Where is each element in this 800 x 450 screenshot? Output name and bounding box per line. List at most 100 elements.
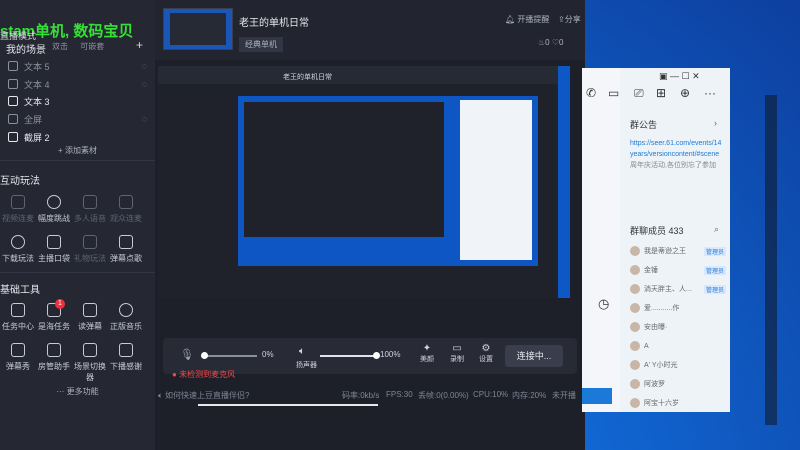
challenge-button[interactable]: 幅度跳战 xyxy=(36,195,72,224)
eye-hidden-icon[interactable]: ◌ xyxy=(142,114,147,124)
material-item[interactable]: 文本 5 ◌ xyxy=(8,58,147,74)
add-icon[interactable]: ⊕ xyxy=(680,86,690,100)
music-button[interactable]: 正版音乐 xyxy=(108,303,144,332)
settings-button[interactable]: ⚙ 设置 xyxy=(476,343,496,364)
beauty-button[interactable]: ✦ 美颜 xyxy=(417,343,437,364)
thanks-button[interactable]: 下播感谢 xyxy=(108,343,144,372)
bitrate: 码率:0kb/s xyxy=(342,391,380,400)
member-item[interactable]: A' Y小时光 xyxy=(630,358,726,372)
member-item[interactable]: 爱...........作 xyxy=(630,301,726,315)
pocket-button[interactable]: 主播口袋 xyxy=(36,235,72,264)
scene-header: 我的场景 xyxy=(6,45,46,56)
music-icon xyxy=(119,235,133,249)
text-material-icon xyxy=(8,79,18,89)
live-status: 未开播 xyxy=(552,391,576,400)
danmaku-show-button[interactable]: 弹幕秀 xyxy=(0,343,36,372)
divider xyxy=(0,272,155,273)
audience-link-button[interactable]: 观众连麦 xyxy=(108,195,144,224)
apps-icon[interactable]: ⊞ xyxy=(656,86,666,100)
scene-switcher-button[interactable]: 场景切换器 xyxy=(72,343,108,383)
dropped-frames: 丢帧:0(0.00%) xyxy=(418,391,469,400)
record-button[interactable]: ▭ 录制 xyxy=(447,343,467,364)
member-item[interactable]: 安由曝· xyxy=(630,320,726,334)
member-item[interactable]: 金锤 管理员 xyxy=(630,263,726,277)
clock-icon[interactable]: ◷ xyxy=(598,296,609,312)
bell-icon: 🔔︎ xyxy=(505,15,516,24)
more-icon[interactable]: ··· xyxy=(704,86,716,100)
mic-percent: 0% xyxy=(262,350,274,359)
main-area: 老王的单机日常 经典单机 🔔︎ 开播提醒 ⇪分享 ♨0 ♡0 老王的单机日常 🎙… xyxy=(155,0,585,450)
more-features-button[interactable]: ··· 更多功能 xyxy=(0,386,155,397)
camera-icon xyxy=(11,195,25,209)
avatar xyxy=(630,398,640,408)
member-item[interactable]: 阿波罗 xyxy=(630,377,726,391)
interactive-title: 互动玩法 xyxy=(0,176,40,187)
video-icon[interactable]: ▭ xyxy=(608,86,619,100)
window-controls[interactable]: ▣ — ☐ ✕ xyxy=(659,71,700,82)
material-item[interactable]: 截屏 2 xyxy=(8,129,147,145)
room-cover[interactable] xyxy=(163,8,233,50)
shield-icon xyxy=(47,195,61,209)
video-link-button[interactable]: 视频连麦 xyxy=(0,195,36,224)
member-item[interactable]: A xyxy=(630,339,726,353)
status-bar: 🔈︎ 如何快速上豆直播伴侣? 码率:0kb/s FPS:30 丢帧:0(0.00… xyxy=(155,382,585,406)
download-play-button[interactable]: 下载玩法 xyxy=(0,235,36,264)
gift-play-button[interactable]: 礼物玩法 xyxy=(72,235,108,264)
member-item[interactable]: 阿宝十六岁 xyxy=(630,396,726,410)
ad-task-button[interactable]: 1 是海任务 xyxy=(36,299,72,332)
live-notice-button[interactable]: 🔔︎ 开播提醒 xyxy=(505,14,549,25)
avatar xyxy=(630,284,640,294)
speaker-slider-handle[interactable] xyxy=(373,352,380,359)
material-item[interactable]: 全屏 ◌ xyxy=(8,111,147,127)
overlay-caption: stam单机, 数码宝贝 直播模式 xyxy=(0,10,160,41)
copy-icon xyxy=(83,343,97,357)
phone-icon[interactable]: ✆ xyxy=(586,86,596,100)
scene-tab-nest[interactable]: 可嵌套 xyxy=(80,42,104,51)
avatar xyxy=(630,265,640,275)
material-item[interactable]: 文本 4 ◌ xyxy=(8,76,147,92)
member-item[interactable]: 淌天胖主、人... 管理员 xyxy=(630,282,726,296)
heart-icon: ♡ xyxy=(551,38,560,47)
read-danmaku-button[interactable]: 读弹幕 xyxy=(72,303,108,332)
search-icon[interactable]: ⌕ xyxy=(714,224,719,235)
avatar xyxy=(630,246,640,256)
eye-hidden-icon[interactable]: ◌ xyxy=(142,79,147,89)
send-button[interactable] xyxy=(582,388,612,404)
nested-preview: 老王的单机日常 xyxy=(158,66,558,298)
voice-button[interactable]: 多人语音 xyxy=(72,195,108,224)
mic-slider-handle[interactable] xyxy=(201,352,208,359)
house-icon xyxy=(47,343,61,357)
share-button[interactable]: ⇪分享 xyxy=(558,14,581,25)
checklist-icon xyxy=(11,303,25,317)
member-item[interactable]: 我是蒂逊之王 管理员 xyxy=(630,244,726,258)
add-material-button[interactable]: + 添加素材 xyxy=(0,145,155,156)
admin-badge: 管理员 xyxy=(703,284,726,294)
mic-slider[interactable] xyxy=(201,355,257,357)
help-link[interactable]: 🔈︎ 如何快速上豆直播伴侣? xyxy=(158,390,250,401)
task-center-button[interactable]: 任务中心 xyxy=(0,303,36,332)
speaker-slider[interactable] xyxy=(320,355,375,357)
group-notice-title: 群公告 xyxy=(630,120,658,130)
avatar xyxy=(630,341,640,351)
add-scene-icon[interactable]: + xyxy=(136,38,143,52)
speaker-icon[interactable]: 🔈︎ xyxy=(299,346,305,357)
fps: FPS:30 xyxy=(386,390,413,399)
connect-button[interactable]: 连接中... xyxy=(505,345,563,367)
material-item[interactable]: 文本 3 xyxy=(8,93,147,109)
song-request-button[interactable]: 弹幕点歌 xyxy=(108,235,144,264)
notice-link[interactable]: https://seer.61.com/events/14years/versi… xyxy=(630,140,721,158)
room-title[interactable]: 老王的单机日常 xyxy=(239,14,309,29)
category-tag[interactable]: 经典单机 xyxy=(239,37,283,52)
scene-tab-double[interactable]: 双击 xyxy=(52,42,68,51)
chevron-right-icon[interactable]: › xyxy=(714,118,717,128)
members-title: 群聊成员 433 xyxy=(630,226,684,236)
speaker-percent: 100% xyxy=(380,350,401,359)
overlay-small-text: 直播模式 xyxy=(0,31,37,41)
screen-share-icon[interactable]: ⎚ xyxy=(634,86,644,101)
room-manager-button[interactable]: 房管助手 xyxy=(36,343,72,372)
share-icon: ⇪ xyxy=(558,15,565,24)
mic-muted-icon[interactable]: 🎙︎ xyxy=(180,348,194,361)
eye-hidden-icon[interactable]: ◌ xyxy=(142,61,147,71)
users-icon xyxy=(119,195,133,209)
live-preview[interactable]: 老王的单机日常 xyxy=(158,66,570,298)
